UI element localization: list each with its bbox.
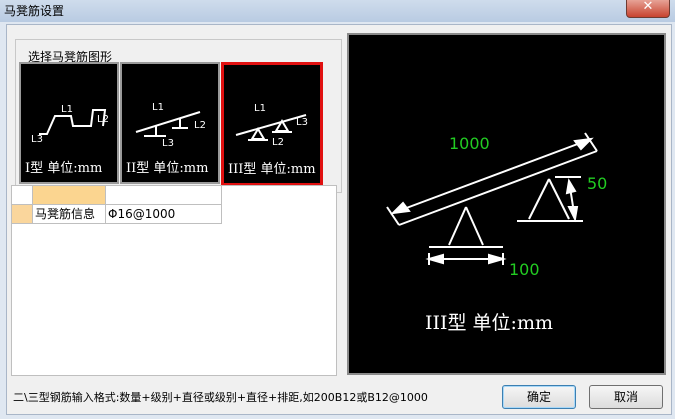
svg-text:L1: L1 [152, 102, 164, 113]
property-grid: 马凳筋信息 Φ16@1000 [11, 185, 337, 376]
dim-length-label: 1000 [449, 134, 490, 153]
type-1-caption: I型 单位:mm [25, 161, 103, 176]
shape-option-type-3[interactable]: L1 L3 L2 III型 单位:mm [221, 62, 323, 186]
window-title: 马凳筋设置 [4, 4, 65, 18]
preview-geometry [386, 132, 598, 265]
table-row[interactable]: 马凳筋信息 Φ16@1000 [12, 205, 222, 224]
type-2-caption: II型 单位:mm [126, 161, 209, 176]
dim-base-label: 100 [509, 260, 540, 279]
shape-option-type-2[interactable]: L1 L2 L3 II型 单位:mm [120, 62, 220, 184]
svg-text:L1: L1 [61, 104, 73, 115]
shape-preview: 1000 50 100 III型 单位:mm [347, 33, 666, 375]
dim-height-label: 50 [587, 174, 607, 193]
row-header-cell[interactable] [12, 205, 33, 223]
arrowhead-right [573, 137, 594, 151]
close-icon: ✕ [642, 0, 654, 14]
svg-text:L3: L3 [162, 138, 174, 149]
type-3-caption: III型 单位:mm [228, 162, 316, 177]
svg-text:L2: L2 [272, 137, 284, 148]
cancel-button[interactable]: 取消 [589, 385, 663, 409]
grid-header-row [12, 186, 222, 205]
grid-corner-cell [12, 186, 33, 204]
svg-text:L2: L2 [194, 120, 206, 131]
shape-option-type-1[interactable]: L3 L1 L2 I型 单位:mm [19, 62, 119, 184]
title-bar: 马凳筋设置 ✕ [0, 0, 675, 22]
shape-select-group: 选择马凳筋图形 L3 L1 L2 I型 单位:mm L1 L2 L3 II型 单… [15, 39, 342, 193]
grid-column-header-name [33, 186, 106, 204]
svg-text:L2: L2 [97, 114, 109, 125]
format-hint: 二\三型钢筋输入格式:数量+级别+直径或级别+直径+排距,如200B12或B12… [13, 391, 428, 404]
close-button[interactable]: ✕ [626, 0, 670, 18]
row-value-cell[interactable]: Φ16@1000 [106, 205, 222, 223]
ok-button[interactable]: 确定 [502, 385, 576, 409]
svg-text:L3: L3 [296, 117, 308, 128]
arrowhead-left [390, 201, 411, 215]
dialog-body: 选择马凳筋图形 L3 L1 L2 I型 单位:mm L1 L2 L3 II型 单… [6, 24, 672, 415]
grid-column-header-value [106, 186, 222, 204]
svg-text:L1: L1 [254, 103, 266, 114]
type-3-preview-drawing: 1000 50 100 III型 单位:mm [386, 132, 607, 334]
svg-text:L3: L3 [31, 134, 43, 145]
preview-caption: III型 单位:mm [425, 312, 553, 334]
row-name-cell: 马凳筋信息 [33, 205, 106, 223]
